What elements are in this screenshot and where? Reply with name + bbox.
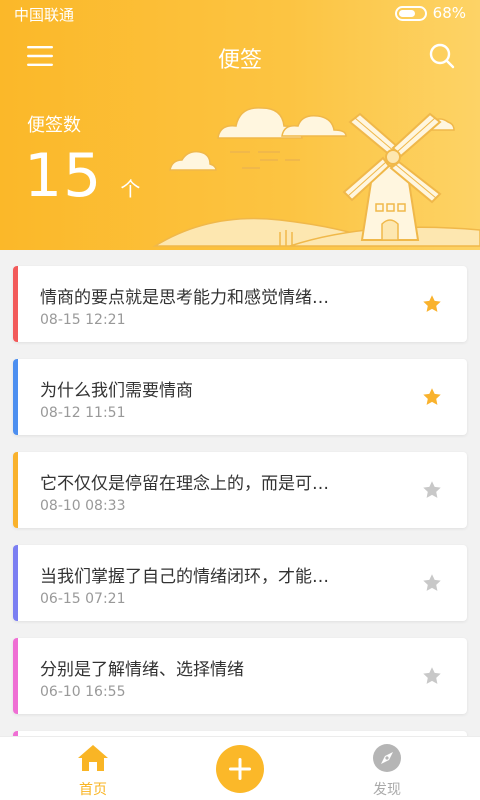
star-icon[interactable]: [421, 386, 443, 408]
search-icon: [429, 43, 455, 69]
plus-icon: [229, 758, 251, 780]
menu-button[interactable]: [22, 42, 58, 70]
search-button[interactable]: [426, 40, 458, 72]
note-color-bar: [13, 452, 18, 528]
note-count: 15 个: [24, 146, 140, 206]
note-card[interactable]: 情商的要点就是思考能力和感觉情绪… 08-15 12:21: [13, 266, 467, 342]
note-count-label: 便签数: [27, 115, 81, 136]
note-list: 情商的要点就是思考能力和感觉情绪… 08-15 12:21 为什么我们需要情商 …: [13, 266, 467, 800]
header: 中国联通 68% 便签 便签数 15 个: [0, 0, 480, 250]
tab-home-label: 首页: [79, 782, 107, 798]
menu-icon: [27, 46, 53, 66]
star-icon[interactable]: [421, 665, 443, 687]
status-bar: 中国联通 68%: [0, 0, 480, 26]
battery-percent: 68%: [432, 4, 466, 22]
note-title: 分别是了解情绪、选择情绪: [40, 660, 244, 680]
home-icon: [78, 745, 108, 771]
note-color-bar: [13, 545, 18, 621]
star-icon[interactable]: [421, 479, 443, 501]
note-time: 08-12 11:51: [40, 405, 126, 421]
note-time: 08-15 12:21: [40, 312, 126, 328]
tab-discover-label: 发现: [373, 782, 401, 798]
note-title: 当我们掌握了自己的情绪闭环，才能…: [40, 567, 329, 587]
note-color-bar: [13, 638, 18, 714]
note-card[interactable]: 分别是了解情绪、选择情绪 06-10 16:55: [13, 638, 467, 714]
note-time: 08-10 08:33: [40, 498, 126, 514]
note-color-bar: [13, 359, 18, 435]
tab-discover[interactable]: 发现: [347, 743, 427, 799]
note-color-bar: [13, 266, 18, 342]
note-card[interactable]: 它不仅仅是停留在理念上的，而是可… 08-10 08:33: [13, 452, 467, 528]
star-icon[interactable]: [421, 293, 443, 315]
note-card[interactable]: 为什么我们需要情商 08-12 11:51: [13, 359, 467, 435]
compass-icon: [373, 744, 401, 772]
carrier-name: 中国联通: [14, 6, 75, 24]
windmill-illustration: [152, 107, 480, 247]
battery-indicator: 68%: [394, 4, 466, 22]
note-title: 为什么我们需要情商: [40, 381, 193, 401]
note-time: 06-10 16:55: [40, 684, 126, 700]
tab-home[interactable]: 首页: [53, 743, 133, 799]
note-title: 情商的要点就是思考能力和感觉情绪…: [40, 288, 329, 308]
add-note-button[interactable]: [216, 745, 264, 793]
battery-icon: [394, 5, 427, 21]
note-count-value: 15: [24, 141, 103, 211]
note-count-unit: 个: [120, 177, 141, 201]
note-time: 06-15 07:21: [40, 591, 126, 607]
star-icon[interactable]: [421, 572, 443, 594]
note-card[interactable]: 当我们掌握了自己的情绪闭环，才能… 06-15 07:21: [13, 545, 467, 621]
navbar: 便签: [0, 30, 480, 82]
page-title: 便签: [217, 48, 262, 73]
note-title: 它不仅仅是停留在理念上的，而是可…: [40, 474, 329, 494]
